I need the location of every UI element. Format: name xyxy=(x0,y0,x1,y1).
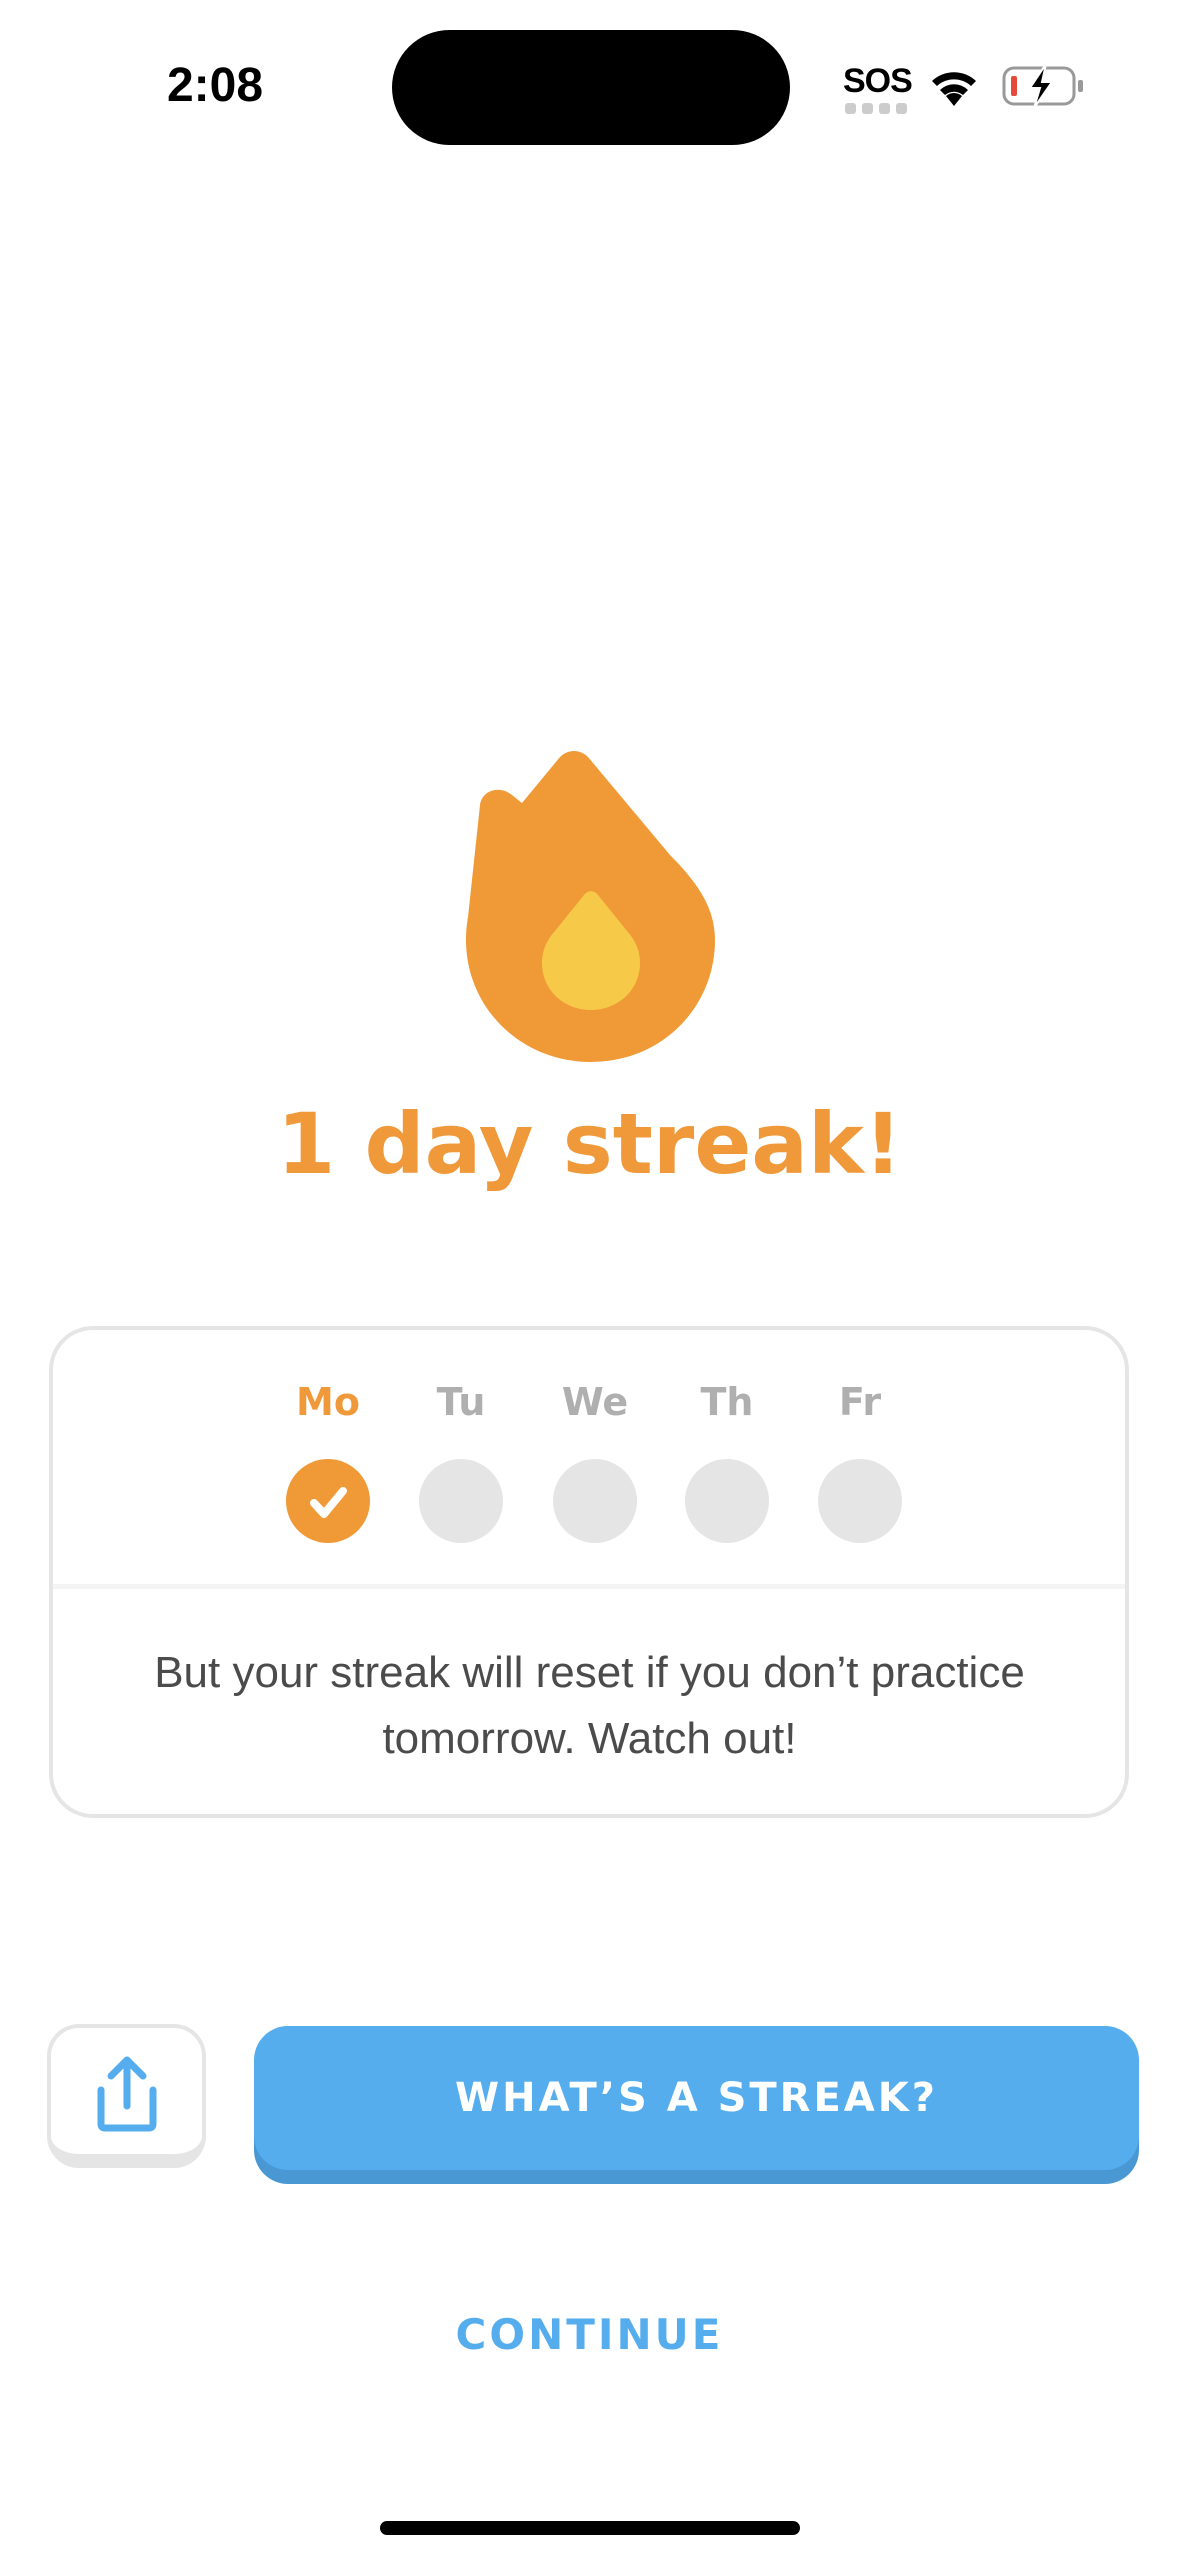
day-label-tu: Tu xyxy=(436,1380,486,1424)
home-indicator[interactable] xyxy=(380,2521,800,2535)
dynamic-island xyxy=(392,30,790,145)
day-dot-th xyxy=(685,1459,769,1543)
day-label-th: Th xyxy=(700,1380,754,1424)
carrier-status: SOS xyxy=(843,62,913,100)
card-divider xyxy=(53,1584,1125,1589)
share-icon xyxy=(97,2056,157,2132)
flame-icon xyxy=(466,751,715,1062)
status-time: 2:08 xyxy=(166,59,264,112)
continue-button[interactable]: CONTINUE xyxy=(0,2310,1179,2359)
share-button[interactable] xyxy=(47,2024,206,2168)
wifi-icon xyxy=(932,72,976,106)
day-label-we: We xyxy=(561,1380,629,1424)
day-label-fr: Fr xyxy=(838,1380,882,1424)
day-dot-tu xyxy=(419,1459,503,1543)
day-label-mo: Mo xyxy=(296,1380,360,1424)
whats-a-streak-label: WHAT’S A STREAK? xyxy=(455,2075,938,2121)
day-dot-fr xyxy=(818,1459,902,1543)
day-dot-mo-done xyxy=(286,1459,370,1543)
checkmark-icon xyxy=(310,1487,347,1518)
signal-dots xyxy=(845,103,907,114)
streak-title: 1 day streak! xyxy=(276,1095,903,1193)
day-dot-we xyxy=(553,1459,637,1543)
streak-warning-message: But your streak will reset if you don’t … xyxy=(154,1648,1025,1763)
battery-charging-low-icon xyxy=(1002,64,1083,108)
whats-a-streak-button[interactable]: WHAT’S A STREAK? xyxy=(254,2026,1139,2170)
